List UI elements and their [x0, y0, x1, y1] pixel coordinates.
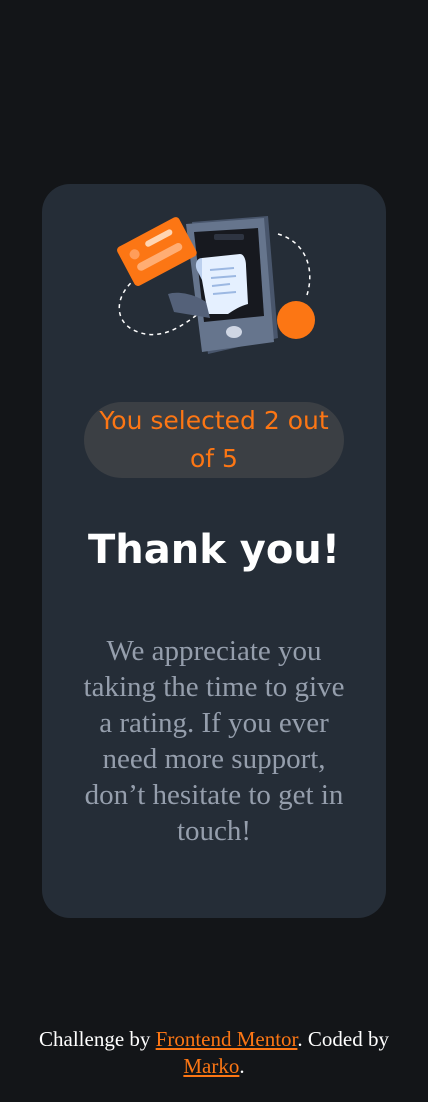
attribution-middle: . Coded by [297, 1027, 389, 1051]
dashed-path-right [277, 233, 311, 299]
thank-you-message: We appreciate you taking the time to giv… [83, 635, 345, 847]
thank-you-title: Thank you! [87, 527, 341, 573]
attribution-prefix: Challenge by [39, 1027, 156, 1051]
payment-phone-illustration [117, 216, 315, 354]
credit-card-icon [117, 217, 197, 286]
selected-rating-text: You selected 2 out of 5 [99, 406, 329, 473]
thank-you-card: You selected 2 out of 5 Thank you! We ap… [42, 184, 386, 918]
attribution-footer: Challenge by Frontend Mentor. Coded by M… [0, 1026, 428, 1080]
attribution-suffix: . [239, 1054, 245, 1078]
attribution-line-2: Marko. [0, 1053, 428, 1080]
orange-dot-icon [277, 301, 315, 339]
author-link[interactable]: Marko [183, 1054, 239, 1078]
attribution-line-1: Challenge by Frontend Mentor. Coded by [0, 1026, 428, 1053]
selected-rating-badge: You selected 2 out of 5 [84, 402, 344, 478]
frontend-mentor-link[interactable]: Frontend Mentor [156, 1027, 298, 1051]
